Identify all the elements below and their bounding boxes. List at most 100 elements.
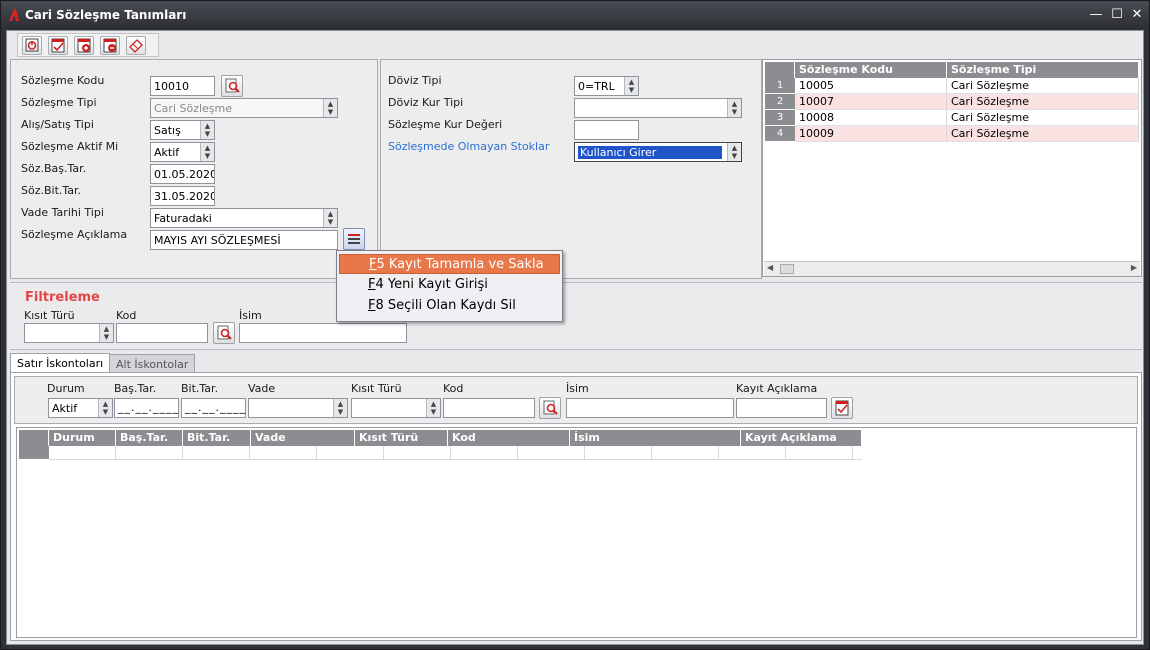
spin-arrows-icon: ▲ ▼ bbox=[200, 121, 214, 139]
sozlesme-aktif-select[interactable]: Aktif ▲ ▼ bbox=[150, 142, 215, 162]
label-kayit-aciklama: Kayıt Açıklama bbox=[736, 382, 818, 395]
sozlesme-kodu-search-button[interactable] bbox=[221, 75, 243, 97]
filter-kisit-select[interactable]: ▲ ▼ bbox=[24, 323, 114, 343]
sozlesme-tipi-value: Cari Sözleşme bbox=[154, 102, 233, 115]
alis-satis-select[interactable]: Satış ▲ ▼ bbox=[150, 120, 215, 140]
col-header-kisit-turu[interactable]: Kısıt Türü bbox=[355, 430, 448, 446]
scroll-thumb[interactable] bbox=[780, 264, 794, 274]
label-durum: Durum bbox=[47, 382, 85, 395]
kod-search-button[interactable] bbox=[539, 397, 561, 419]
vade-select[interactable]: ▲ ▼ bbox=[248, 398, 348, 418]
minimize-button[interactable]: — bbox=[1087, 6, 1105, 24]
scroll-left-icon[interactable]: ◀ bbox=[767, 263, 773, 272]
save-list-button[interactable] bbox=[48, 36, 68, 55]
filter-isim-input[interactable] bbox=[239, 323, 407, 343]
tab-satir-iskontolari[interactable]: Satır İskontoları bbox=[10, 353, 111, 373]
bas-tar-input[interactable]: 01.05.2020 bbox=[150, 164, 215, 184]
spin-arrows-icon: ▲ ▼ bbox=[727, 143, 741, 161]
menu-item-save[interactable]: F5 Kayıt Tamamla ve Sakla bbox=[339, 254, 560, 274]
sozlesme-aciklama-input[interactable]: MAYIS AYI SÖZLEŞMESİ bbox=[150, 230, 338, 250]
col-header-durum[interactable]: Durum bbox=[49, 430, 116, 446]
close-button[interactable]: ✕ bbox=[1128, 6, 1146, 24]
grid-cell-kod[interactable]: 10009 bbox=[795, 126, 947, 142]
alis-satis-value: Satış bbox=[154, 124, 181, 137]
title-bar: Cari Sözleşme Tanımları — ☐ ✕ bbox=[1, 1, 1149, 29]
row-number[interactable]: 3 bbox=[765, 110, 795, 126]
search-doc-icon bbox=[217, 325, 232, 340]
vade-tarihi-select[interactable]: Faturadaki ▲ ▼ bbox=[150, 208, 338, 228]
label-doviz-kur-tipi: Döviz Kur Tipi bbox=[388, 96, 464, 109]
kod-input[interactable] bbox=[443, 398, 535, 418]
add-record-button[interactable] bbox=[74, 36, 94, 55]
label-kisit-turu: Kısıt Türü bbox=[351, 382, 402, 395]
actions-context-menu: F5 Kayıt Tamamla ve Sakla F4 Yeni Kayıt … bbox=[336, 250, 563, 322]
grid-cell-tip[interactable]: Cari Sözleşme bbox=[947, 78, 1139, 94]
bit-tar-mask-input[interactable]: __.__.____ bbox=[181, 398, 246, 418]
kur-degeri-input[interactable] bbox=[574, 120, 639, 140]
grid-corner bbox=[765, 62, 795, 78]
maximize-button[interactable]: ☐ bbox=[1108, 6, 1126, 24]
app-logo-icon bbox=[9, 9, 19, 21]
sozlesme-kodu-input[interactable]: 10010 bbox=[150, 76, 215, 96]
row-number[interactable]: 4 bbox=[765, 126, 795, 142]
bas-tar-mask-input[interactable]: __.__.____ bbox=[114, 398, 179, 418]
col-header-vade[interactable]: Vade bbox=[251, 430, 355, 446]
filter-kod-input[interactable] bbox=[116, 323, 208, 343]
isim-input[interactable] bbox=[566, 398, 734, 418]
grid-cell-tip[interactable]: Cari Sözleşme bbox=[947, 126, 1139, 142]
row-number[interactable] bbox=[19, 446, 49, 460]
grid-cell-tip[interactable]: Cari Sözleşme bbox=[947, 110, 1139, 126]
doviz-tipi-select[interactable]: 0=TRL ▲ ▼ bbox=[574, 76, 639, 96]
grid-cell-kod[interactable]: 10008 bbox=[795, 110, 947, 126]
label-olmayan-stoklar: Sözleşmede Olmayan Stoklar bbox=[388, 140, 550, 153]
search-doc-icon bbox=[543, 400, 558, 415]
label-filter-isim: İsim bbox=[239, 309, 262, 322]
label-filter-kisit: Kısıt Türü bbox=[24, 309, 75, 322]
col-header-tip[interactable]: Sözleşme Tipi bbox=[947, 62, 1139, 78]
horizontal-scrollbar[interactable]: ◀ ▶ bbox=[764, 261, 1140, 276]
spin-arrows-icon: ▲ ▼ bbox=[426, 399, 440, 417]
filter-section: Filtreleme Kısıt Türü ▲ ▼ Kod İsim bbox=[10, 282, 1142, 350]
filter-search-button[interactable] bbox=[213, 322, 235, 344]
menu-item-new[interactable]: F4 Yeni Kayıt Girişi bbox=[339, 275, 560, 295]
discount-save-button[interactable] bbox=[831, 397, 853, 419]
filter-title: Filtreleme bbox=[25, 290, 100, 305]
spin-arrows-icon: ▲ ▼ bbox=[727, 99, 741, 117]
col-header-isim[interactable]: İsim bbox=[570, 430, 741, 446]
currency-form-panel: Döviz Tipi 0=TRL ▲ ▼ Döviz Kur Tipi ▲ ▼ Söz… bbox=[380, 59, 762, 279]
power-button[interactable] bbox=[22, 36, 42, 55]
grid-cell-tip[interactable]: Cari Sözleşme bbox=[947, 94, 1139, 110]
durum-value: Aktif bbox=[52, 402, 78, 415]
label-vade-tarihi-tipi: Vade Tarihi Tipi bbox=[21, 206, 104, 219]
spin-arrows-icon: ▲ ▼ bbox=[624, 77, 638, 95]
durum-select[interactable]: Aktif ▲ ▼ bbox=[48, 398, 113, 418]
sozlesme-aktif-value: Aktif bbox=[154, 146, 180, 159]
menu-item-delete[interactable]: F8 Seçili Olan Kaydı Sil bbox=[339, 296, 560, 316]
power-icon bbox=[25, 38, 39, 52]
row-number[interactable]: 1 bbox=[765, 78, 795, 94]
eraser-button[interactable] bbox=[126, 36, 146, 55]
bit-tar-input[interactable]: 31.05.2020 bbox=[150, 186, 215, 206]
tab-alt-iskontolar[interactable]: Alt İskontolar bbox=[109, 354, 196, 373]
grid-cell-kod[interactable]: 10005 bbox=[795, 78, 947, 94]
kisit-turu-select[interactable]: ▲ ▼ bbox=[351, 398, 441, 418]
contract-form-panel: Sözleşme Kodu 10010 Sözleşme Tipi Cari S… bbox=[10, 59, 378, 279]
window-title: Cari Sözleşme Tanımları bbox=[25, 8, 187, 22]
delete-record-button[interactable] bbox=[100, 36, 120, 55]
menu-item-label: 4 Yeni Kayıt Girişi bbox=[375, 277, 488, 292]
sozlesme-tipi-select[interactable]: Cari Sözleşme ▲ ▼ bbox=[150, 98, 338, 118]
doviz-kur-tipi-select[interactable]: ▲ ▼ bbox=[574, 98, 742, 118]
col-header-kod[interactable]: Sözleşme Kodu bbox=[795, 62, 947, 78]
col-header-kayit-aciklama[interactable]: Kayıt Açıklama bbox=[741, 430, 862, 446]
kayit-aciklama-input[interactable] bbox=[736, 398, 827, 418]
actions-menu-button[interactable] bbox=[343, 228, 365, 250]
col-header-kod[interactable]: Kod bbox=[448, 430, 570, 446]
col-header-bit-tar[interactable]: Bit.Tar. bbox=[183, 430, 251, 446]
olmayan-stoklar-select[interactable]: Kullanıcı Girer ▲ ▼ bbox=[574, 142, 742, 162]
row-number[interactable]: 2 bbox=[765, 94, 795, 110]
new-row[interactable] bbox=[49, 446, 862, 460]
scroll-right-icon[interactable]: ▶ bbox=[1131, 263, 1137, 272]
col-header-bas-tar[interactable]: Baş.Tar. bbox=[116, 430, 183, 446]
grid-cell-kod[interactable]: 10007 bbox=[795, 94, 947, 110]
eraser-icon bbox=[129, 39, 143, 53]
